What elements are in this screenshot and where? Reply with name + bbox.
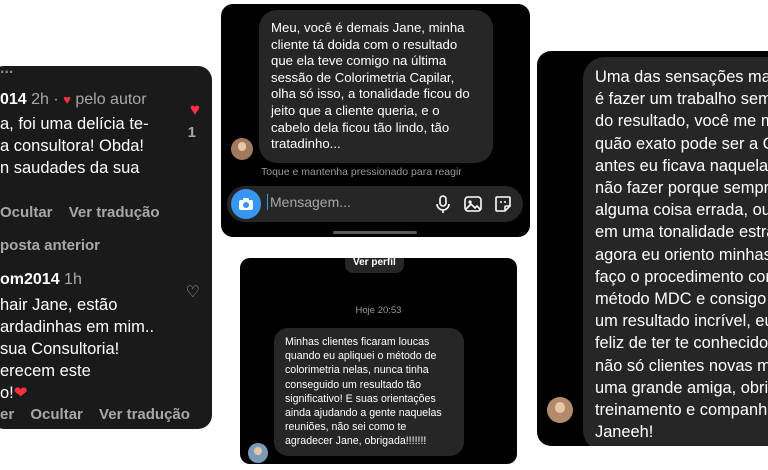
like-count: 1 — [187, 124, 196, 141]
comment-line-with-heart: o!❤ — [0, 382, 180, 404]
comment-time: 2h — [31, 91, 49, 108]
comment-line: hair Jane, estão — [0, 296, 118, 314]
comment-text: a, foi uma delícia te- a consultora! Obd… — [0, 113, 180, 179]
hide-button[interactable]: Ocultar — [0, 204, 53, 221]
comment-line: n saudades da sua — [0, 159, 140, 177]
translate-button[interactable]: Ver tradução — [99, 406, 190, 423]
comment-line: ardadinhas em mim.. — [0, 318, 155, 336]
comment-header: 014 2h · ♥ pelo autor — [0, 91, 147, 109]
message-composer — [227, 186, 523, 222]
author-like-label: pelo autor — [75, 91, 147, 108]
hide-button[interactable]: Ocultar — [30, 406, 83, 423]
message-line: Janeeh! — [595, 423, 654, 442]
sticker-icon[interactable] — [493, 194, 513, 214]
direct-message-card-bottom: Ver perfil Hoje 20:53 Minhas clientes fi… — [240, 258, 517, 464]
camera-icon[interactable] — [231, 189, 261, 219]
separator: · — [53, 91, 59, 108]
gallery-icon[interactable] — [463, 194, 483, 214]
comment-time: 1h — [64, 271, 82, 288]
direct-message-card-top: Meu, você é demais Jane, minha cliente t… — [221, 4, 530, 237]
reaction-hint: Toque e mantenha pressionado para reagir — [261, 166, 462, 178]
message-line: Uma das sensações mai — [595, 68, 768, 86]
direct-message-card-right: Uma das sensações mai é fazer um trabalh… — [537, 51, 768, 446]
message-line: agora eu oriento minhas — [595, 245, 768, 264]
message-bubble[interactable]: Meu, você é demais Jane, minha cliente t… — [259, 10, 493, 163]
view-profile-button[interactable]: Ver perfil — [345, 258, 404, 273]
home-indicator — [333, 231, 417, 234]
message-line: não fazer porque sempre — [595, 179, 768, 198]
cut-off-text: ... — [0, 66, 14, 77]
comment-actions: er Ocultar Ver tradução — [0, 406, 202, 423]
reply-button[interactable]: er — [0, 406, 14, 423]
author-like-heart-icon: ♥ — [63, 92, 71, 107]
red-heart-emoji-icon: ❤ — [13, 384, 28, 402]
message-line: é fazer um trabalho sem — [595, 90, 768, 109]
comment-line: a consultora! Obda! — [0, 137, 145, 155]
comment-username[interactable]: 014 — [0, 91, 27, 108]
comment-line: a, foi uma delícia te- — [0, 115, 149, 133]
microphone-icon[interactable] — [433, 194, 453, 214]
message-line: um resultado incrível, eu — [595, 312, 768, 331]
comment-text: hair Jane, estão ardadinhas em mim.. sua… — [0, 294, 180, 404]
message-line: antes eu ficava naquelas — [595, 156, 768, 175]
message-line: treinamento e companhe — [595, 401, 768, 420]
comment-header: om2014 1h — [0, 271, 82, 289]
message-line: quão exato pode ser a C — [595, 134, 768, 153]
message-line: faço o procedimento com — [595, 267, 768, 286]
message-bubble[interactable]: Uma das sensações mai é fazer um trabalh… — [583, 57, 768, 446]
comments-card: ... 014 2h · ♥ pelo autor a, foi uma del… — [0, 66, 212, 429]
like-outline-heart-icon[interactable]: ♡ — [186, 282, 200, 302]
message-line: não só clientes novas m — [595, 356, 768, 375]
previous-replies-link[interactable]: posta anterior — [0, 237, 100, 254]
message-line: do resultado, você me m — [595, 112, 768, 131]
liked-heart-icon[interactable]: ♥ — [190, 100, 200, 120]
message-line: feliz de ter te conhecido — [595, 334, 768, 353]
message-line: método MDC e consigo — [595, 290, 767, 309]
avatar[interactable] — [231, 138, 253, 160]
translate-button[interactable]: Ver tradução — [69, 204, 160, 221]
comment-username[interactable]: om2014 — [0, 271, 60, 288]
comment-line: o! — [0, 384, 14, 402]
message-line: em uma tonalidade estra — [595, 223, 768, 242]
avatar[interactable] — [248, 443, 268, 463]
message-line: alguma coisa errada, ou — [595, 201, 768, 220]
message-input[interactable] — [267, 194, 420, 210]
avatar[interactable] — [547, 397, 573, 423]
message-bubble[interactable]: Minhas clientes ficaram loucas quando eu… — [274, 328, 464, 456]
comment-actions: Ocultar Ver tradução — [0, 204, 172, 221]
message-line: uma grande amiga, obrig — [595, 378, 768, 397]
message-timestamp: Hoje 20:53 — [355, 305, 402, 316]
comment-line: erecem este — [0, 362, 91, 380]
comment-line: sua Consultoria! — [0, 340, 120, 358]
